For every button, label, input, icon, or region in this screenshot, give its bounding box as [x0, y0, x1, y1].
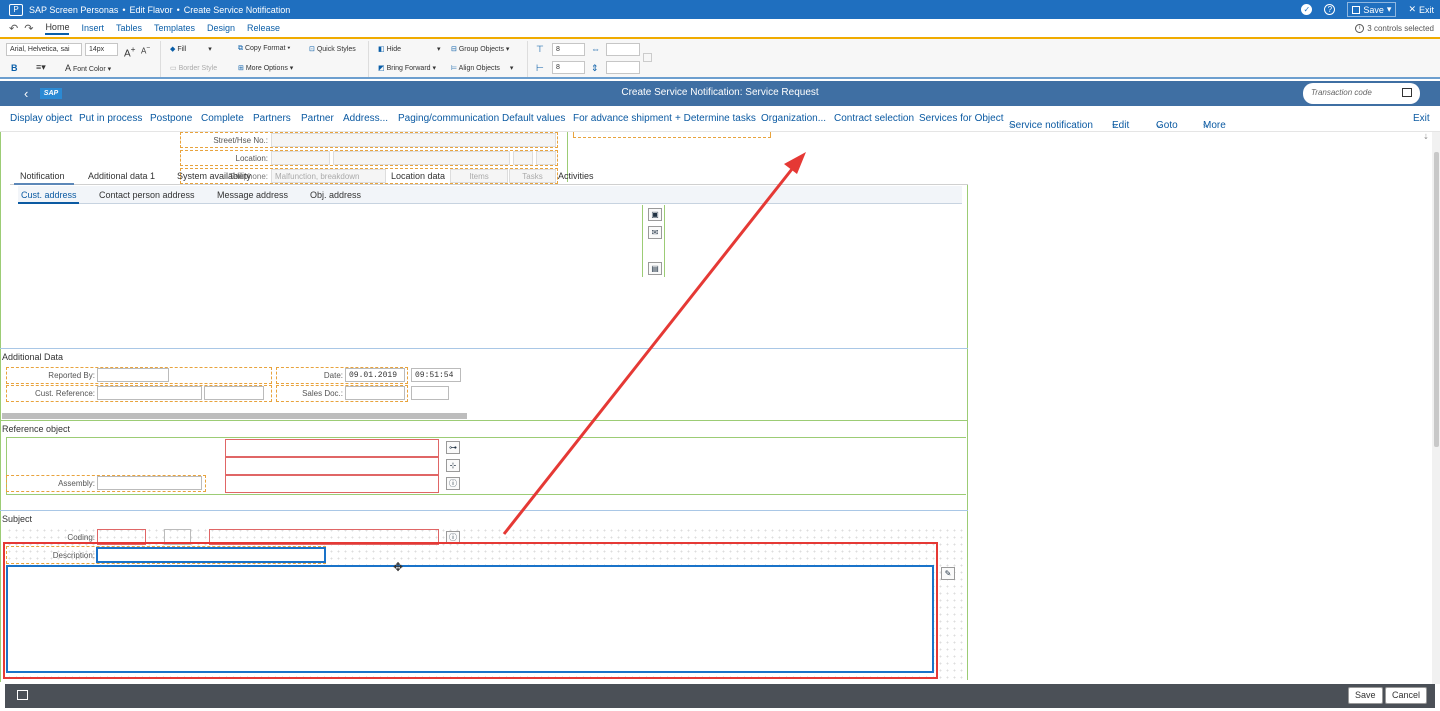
save-button[interactable]: Save	[1348, 687, 1383, 704]
annotation-arrow	[502, 152, 806, 535]
scroll-down-marker-icon: ⇣	[1423, 134, 1429, 141]
vertical-scrollbar[interactable]	[1432, 132, 1440, 684]
message-icon[interactable]	[17, 690, 28, 700]
cancel-button[interactable]: Cancel	[1385, 687, 1428, 704]
scrollbar-thumb[interactable]	[1434, 152, 1439, 447]
footer-bar: Save Cancel	[5, 684, 1435, 708]
